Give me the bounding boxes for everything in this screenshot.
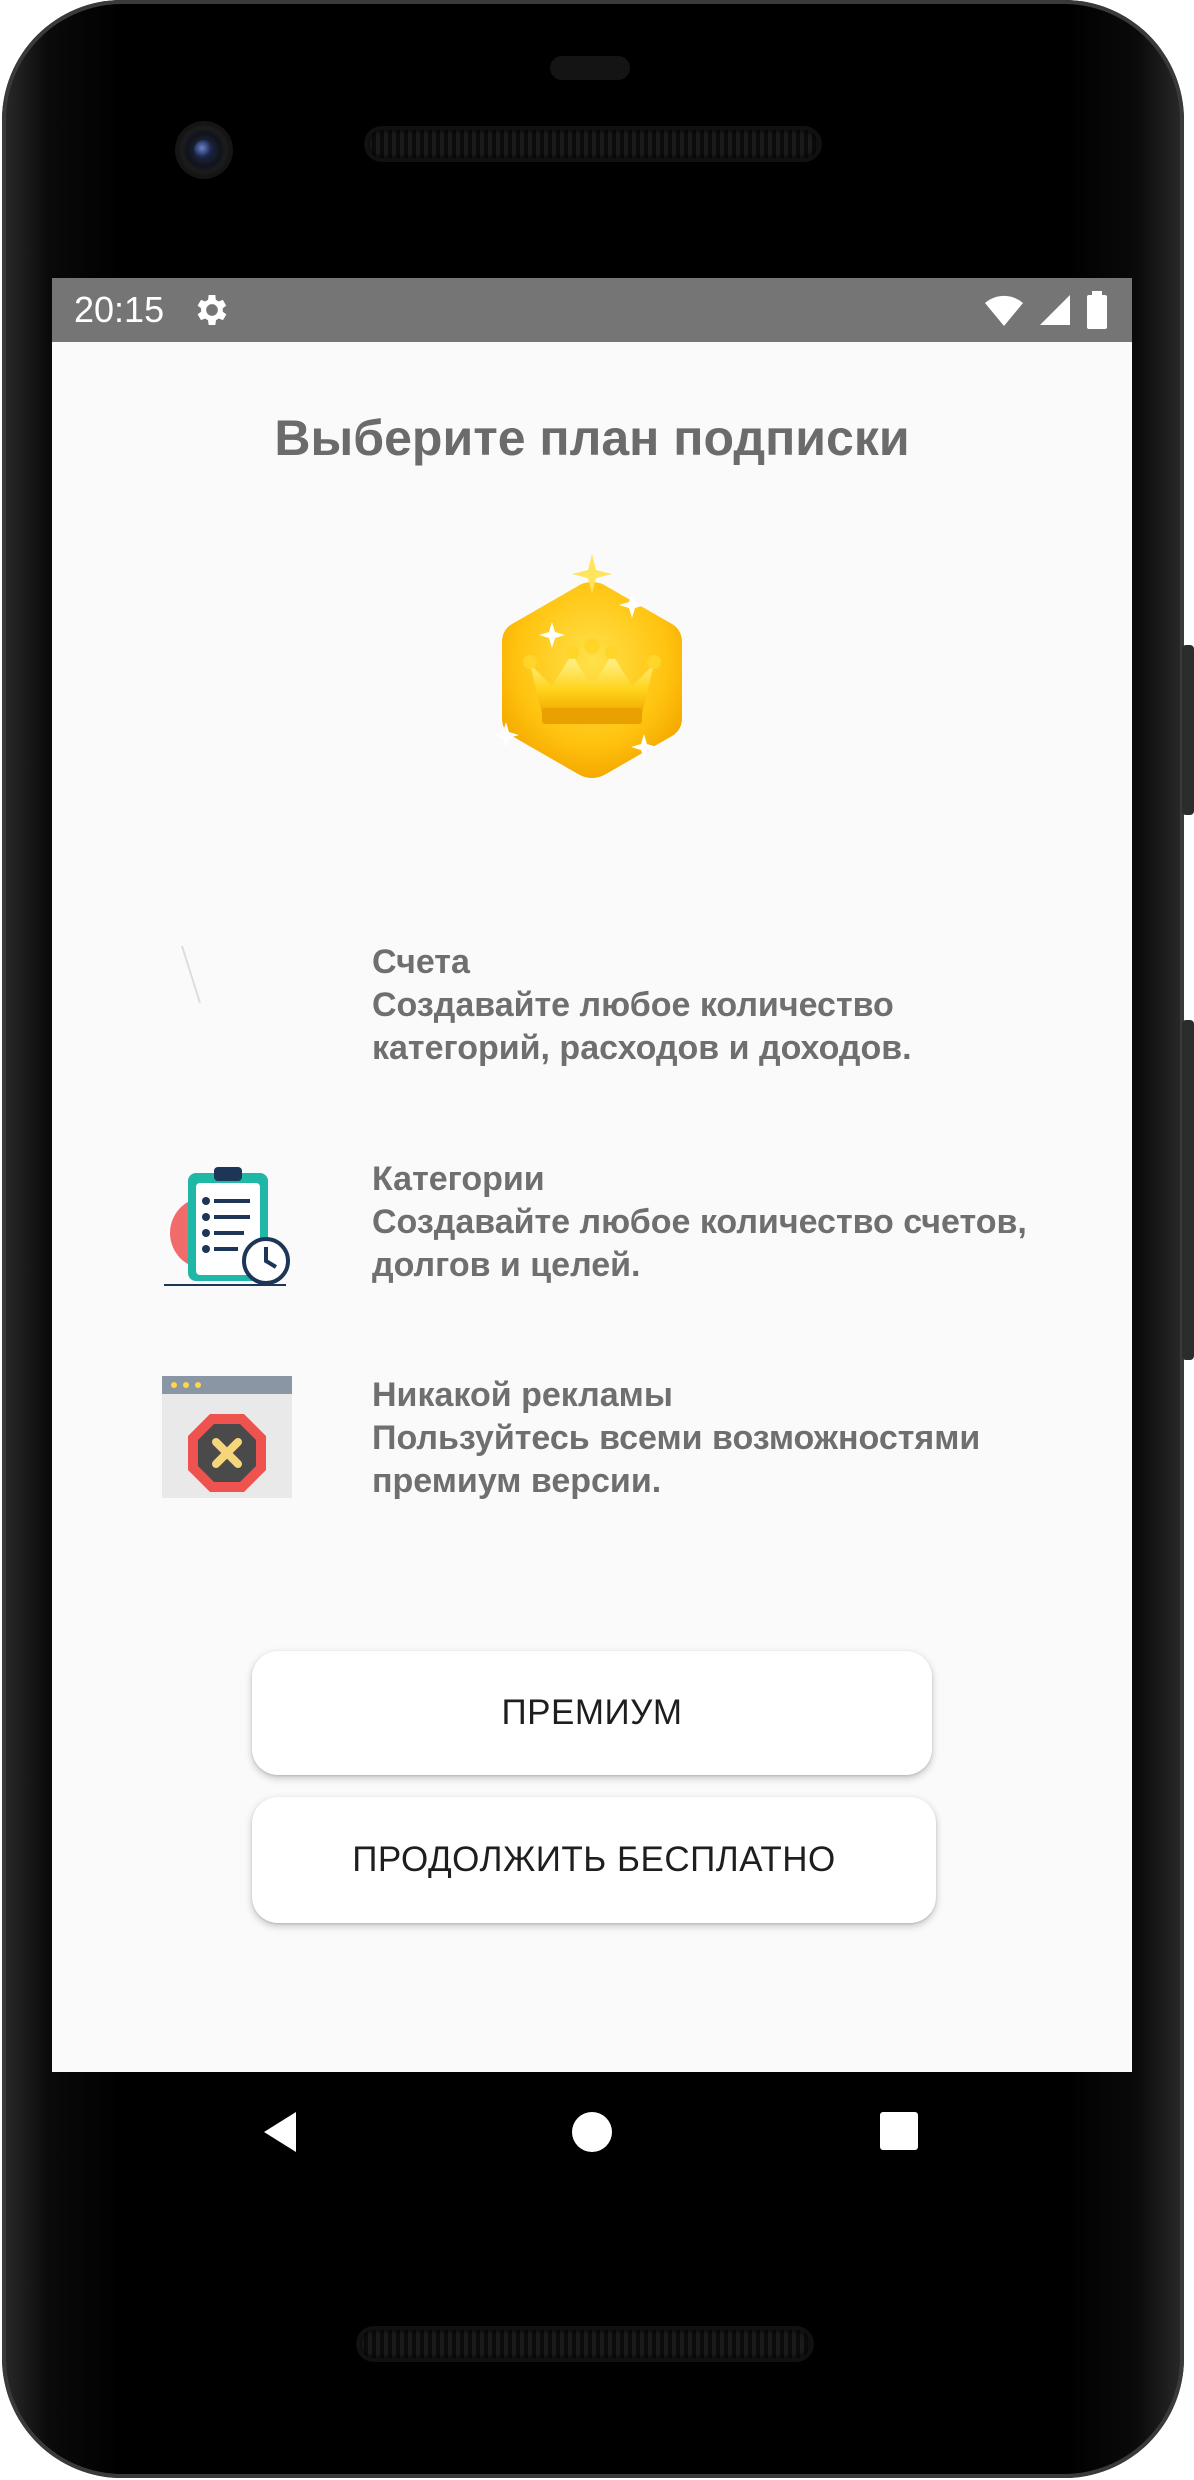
feature-categories: Категории Создавайте любое количество сч… [162,1158,1062,1308]
feature-text: Категории Создавайте любое количество сч… [372,1158,1072,1287]
feature-description-line: категорий, расходов и доходов. [372,1029,912,1067]
feature-accounts: Счета Создавайте любое количество катего… [162,941,1062,1091]
phone-device: 20:15 Выберите план подписки Счета Созда… [0,0,1194,2480]
earpiece-speaker [368,130,818,158]
feature-no-ads: Никакой рекламы Пользуйтесь всеми возмож… [162,1374,1062,1524]
home-icon[interactable] [562,2102,622,2162]
feature-description-line: премиум версии. [372,1462,662,1500]
feature-text: Никакой рекламы Пользуйтесь всеми возмож… [372,1374,1072,1503]
feature-title: Категории [372,1160,545,1198]
bottom-speaker [360,2330,810,2358]
power-button [1182,645,1194,815]
volume-button [1182,1020,1194,1360]
status-icons [984,288,1108,332]
back-icon[interactable] [256,2102,316,2162]
feature-description-line: Пользуйтесь всеми возможностями [372,1419,981,1457]
feature-title: Счета [372,943,470,981]
feature-description-line: долгов и целей. [372,1246,641,1284]
front-camera [178,124,230,176]
feature-text: Счета Создавайте любое количество катего… [372,941,1072,1070]
status-time: 20:15 [74,289,165,330]
feature-description-line: Создавайте любое количество [372,986,894,1024]
app-screen: 20:15 Выберите план подписки Счета Созда… [52,278,1132,2072]
premium-button[interactable]: ПРЕМИУМ [252,1651,932,1775]
recents-icon[interactable] [870,2102,930,2162]
status-bar: 20:15 [52,278,1132,342]
page-title: Выберите план подписки [274,410,910,466]
battery-icon [1087,291,1107,329]
navigation-bar [52,2072,1132,2202]
feature-description-line: Создавайте любое количество счетов, [372,1203,1027,1241]
continue-free-button[interactable]: ПРОДОЛЖИТЬ БЕСПЛАТНО [252,1797,936,1923]
signal-icon [1040,295,1070,325]
wifi-icon [985,295,1023,326]
proximity-sensor [550,56,630,80]
feature-title: Никакой рекламы [372,1376,673,1414]
clipboard-clock-icon [164,1167,290,1286]
gear-icon [197,295,227,325]
accounts-icon [181,945,201,1004]
crown-badge-icon [493,554,682,778]
no-ads-icon [162,1376,292,1498]
